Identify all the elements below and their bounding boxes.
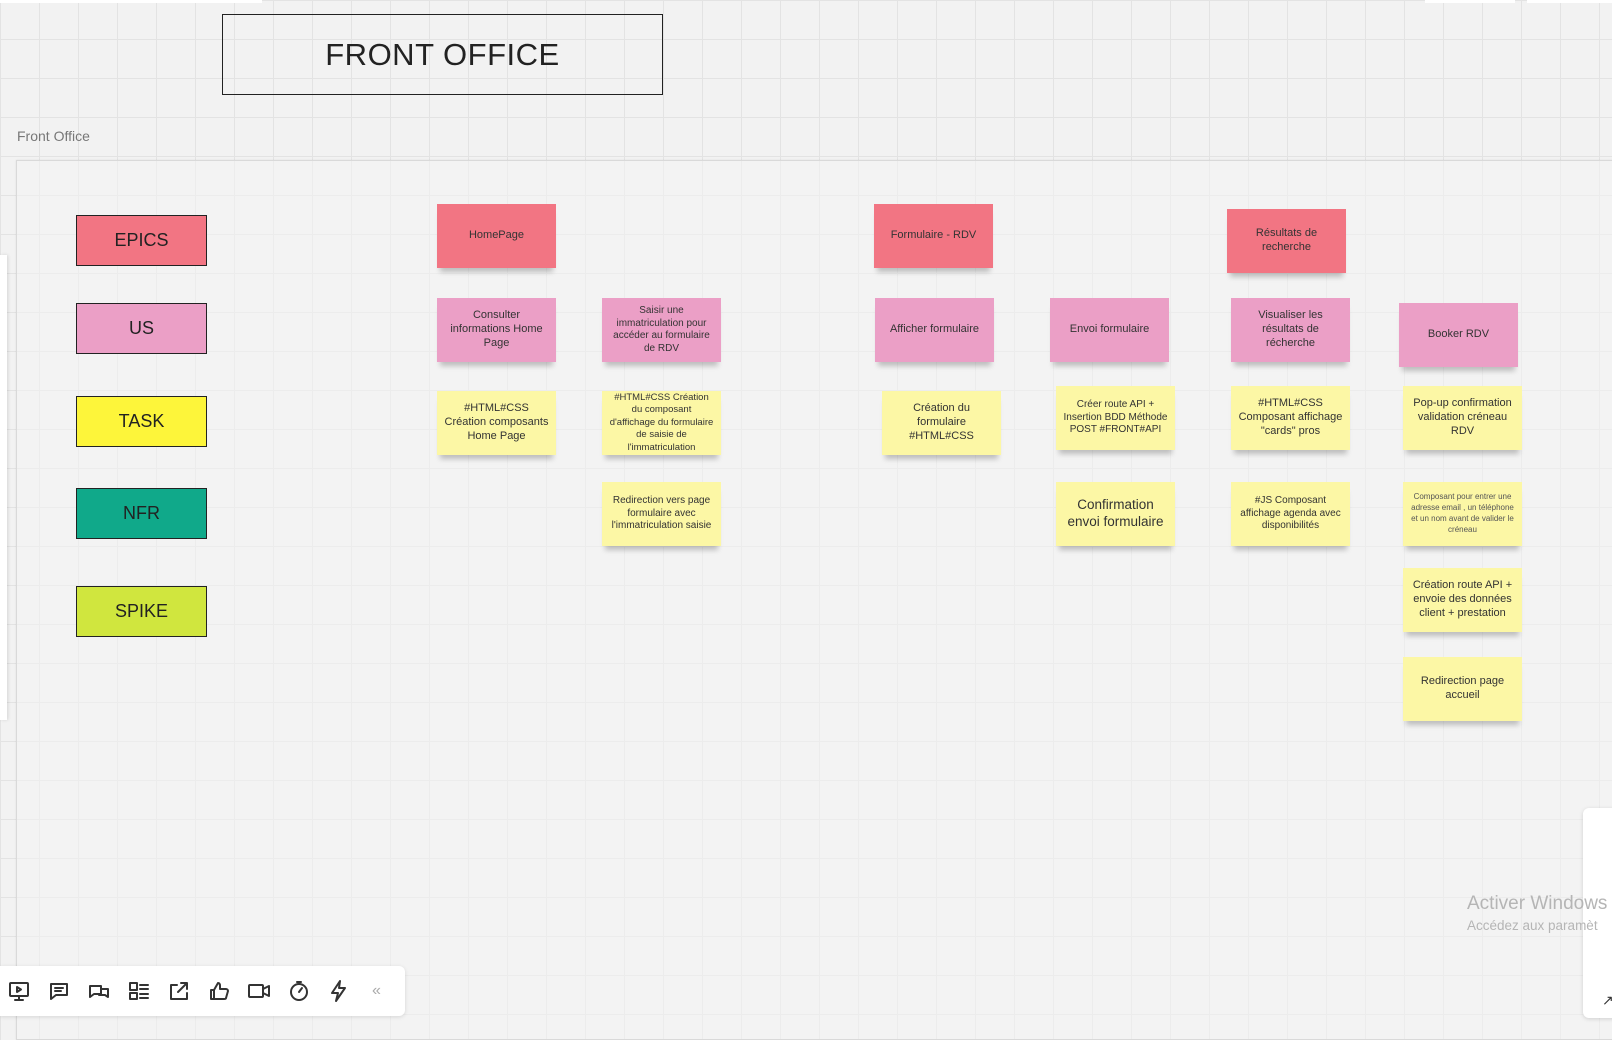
sticky-task-creer-route[interactable]: Créer route API + Insertion BDD Méthode … bbox=[1056, 386, 1175, 450]
sticky-us-visualiser[interactable]: Visualiser les résultats de récherche bbox=[1231, 298, 1350, 362]
sticky-epic-formulaire-rdv[interactable]: Formulaire - RDV bbox=[874, 204, 993, 268]
frame-label[interactable]: Front Office bbox=[17, 128, 90, 144]
board-title[interactable]: FRONT OFFICE bbox=[222, 14, 663, 95]
video-icon[interactable] bbox=[246, 978, 272, 1004]
sticky-task-redirection-formulaire[interactable]: Redirection vers page formulaire avec l'… bbox=[602, 482, 721, 546]
collapse-toolbar-button[interactable]: « bbox=[372, 982, 381, 1000]
legend-task[interactable]: TASK bbox=[76, 396, 207, 447]
sticky-task-html-css-immat[interactable]: #HTML#CSS Création du composant d'affich… bbox=[602, 391, 721, 455]
top-edge-strip bbox=[0, 0, 262, 3]
legend-us[interactable]: US bbox=[76, 303, 207, 354]
left-side-panel[interactable] bbox=[0, 255, 7, 720]
sticky-task-html-css-home[interactable]: #HTML#CSS Création composants Home Page bbox=[437, 391, 556, 455]
frame-front-office[interactable] bbox=[16, 160, 1612, 1040]
expand-arrow-icon[interactable]: ↗ bbox=[1602, 992, 1612, 1009]
sticky-us-saisir[interactable]: Saisir une immatriculation pour accéder … bbox=[602, 298, 721, 362]
sticky-epic-resultats[interactable]: Résultats de recherche bbox=[1227, 209, 1346, 273]
sticky-task-confirmation[interactable]: Confirmation envoi formulaire bbox=[1056, 482, 1175, 546]
bolt-icon[interactable] bbox=[326, 978, 352, 1004]
sticky-us-envoi[interactable]: Envoi formulaire bbox=[1050, 298, 1169, 362]
sticky-task-creation-formulaire[interactable]: Création du formulaire #HTML#CSS bbox=[882, 391, 1001, 455]
legend-epics[interactable]: EPICS bbox=[76, 215, 207, 266]
sticky-us-booker[interactable]: Booker RDV bbox=[1399, 303, 1518, 367]
bottom-toolbar: « bbox=[0, 966, 405, 1016]
windows-activation-watermark: Activer Windows bbox=[1467, 893, 1608, 914]
sticky-task-agenda[interactable]: #JS Composant affichage agenda avec disp… bbox=[1231, 482, 1350, 546]
windows-activation-subtext: Accédez aux paramèt bbox=[1467, 918, 1598, 933]
sticky-task-cards[interactable]: #HTML#CSS Composant affichage "cards" pr… bbox=[1231, 386, 1350, 450]
legend-nfr[interactable]: NFR bbox=[76, 488, 207, 539]
top-edge-strip bbox=[1527, 0, 1612, 3]
vote-icon[interactable] bbox=[206, 978, 232, 1004]
share-icon[interactable] bbox=[166, 978, 192, 1004]
sticky-task-redirection-accueil[interactable]: Redirection page accueil bbox=[1403, 657, 1522, 721]
sticky-us-consulter[interactable]: Consulter informations Home Page bbox=[437, 298, 556, 362]
chat-icon[interactable] bbox=[86, 978, 112, 1004]
legend-spike[interactable]: SPIKE bbox=[76, 586, 207, 637]
sticky-task-creation-route-client[interactable]: Création route API + envoie des données … bbox=[1403, 568, 1522, 632]
timer-icon[interactable] bbox=[286, 978, 312, 1004]
top-edge-strip bbox=[1425, 0, 1515, 3]
sticky-task-popup[interactable]: Pop-up confirmation validation créneau R… bbox=[1403, 386, 1522, 450]
sticky-us-afficher[interactable]: Afficher formulaire bbox=[875, 298, 994, 362]
cards-icon[interactable] bbox=[126, 978, 152, 1004]
present-icon[interactable] bbox=[6, 978, 32, 1004]
sticky-task-composant-email[interactable]: Composant pour entrer une adresse email … bbox=[1403, 482, 1522, 546]
sticky-epic-homepage[interactable]: HomePage bbox=[437, 204, 556, 268]
comment-icon[interactable] bbox=[46, 978, 72, 1004]
